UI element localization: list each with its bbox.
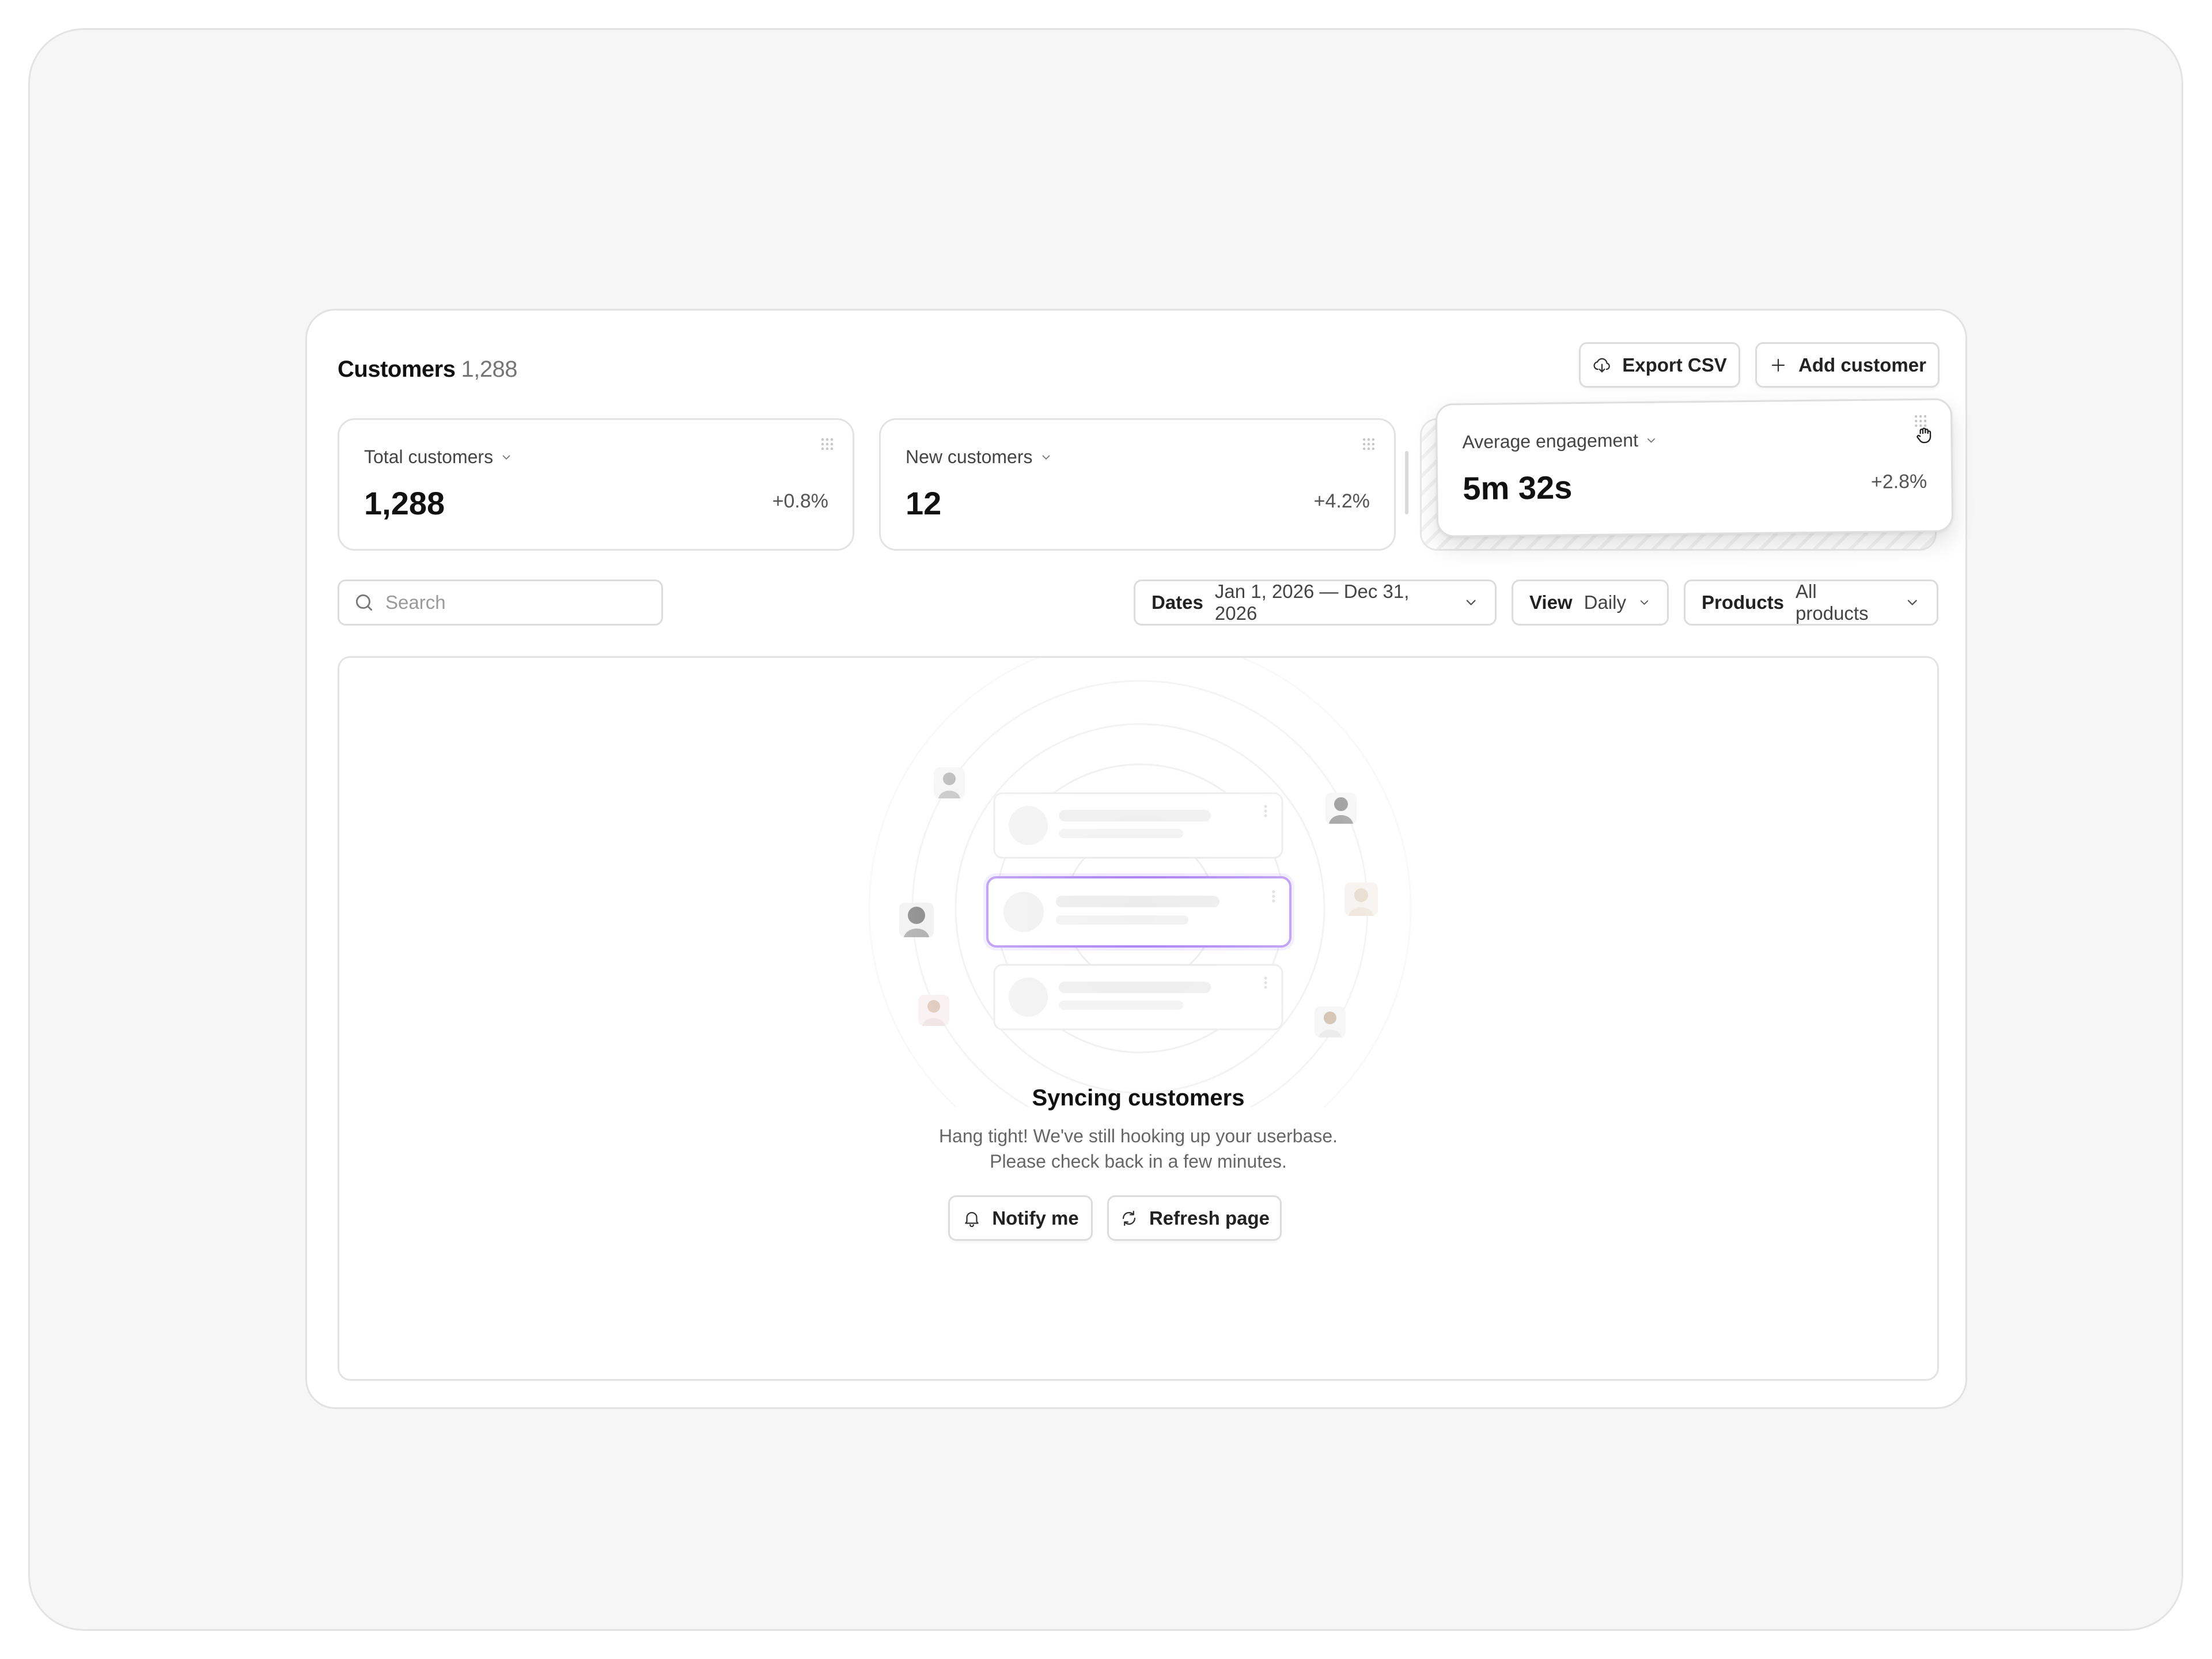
- chevron-down-icon: [1640, 600, 1649, 605]
- stat-card-total-customers[interactable]: Total customers 1,288 +0.8%: [338, 418, 854, 551]
- customers-table-empty-state: Syncing customers Hang tight! We've stil…: [338, 656, 1939, 1381]
- empty-state-line-1: Hang tight! We've still hooking up your …: [938, 1126, 1338, 1146]
- products-filter[interactable]: Products All products: [1684, 579, 1938, 626]
- page-title-text: Customers: [338, 356, 456, 382]
- refresh-page-button[interactable]: Refresh page: [1107, 1195, 1282, 1241]
- stat-card-average-engagement[interactable]: Average engagement 5m 32s +2.8%: [1435, 398, 1954, 537]
- notify-me-label: Notify me: [992, 1207, 1079, 1229]
- customer-count: 1,288: [461, 356, 518, 382]
- dates-filter[interactable]: Dates Jan 1, 2026 — Dec 31, 2026: [1134, 579, 1497, 626]
- grip-icon[interactable]: [818, 435, 836, 453]
- dates-filter-label: Dates: [1152, 592, 1203, 613]
- stat-card-label[interactable]: Total customers: [364, 446, 513, 468]
- cloud-download-icon: [1593, 358, 1611, 372]
- view-filter-value: Daily: [1584, 592, 1626, 613]
- stat-card-delta: +0.8%: [772, 490, 828, 512]
- export-csv-button[interactable]: Export CSV: [1579, 342, 1740, 388]
- customers-panel: Customers 1,288 Export CSV Add customer …: [305, 309, 1967, 1409]
- grab-cursor-icon: [1916, 427, 1931, 444]
- view-filter-label: View: [1529, 592, 1573, 613]
- view-filter[interactable]: View Daily: [1512, 579, 1669, 626]
- notify-me-button[interactable]: Notify me: [948, 1195, 1093, 1241]
- refresh-page-label: Refresh page: [1149, 1207, 1270, 1229]
- bell-icon: [965, 1211, 979, 1227]
- syncing-illustration: [863, 658, 1416, 1107]
- add-customer-button[interactable]: Add customer: [1755, 342, 1940, 388]
- dates-filter-value: Jan 1, 2026 — Dec 31, 2026: [1214, 581, 1410, 624]
- add-customer-label: Add customer: [1798, 354, 1926, 376]
- search-box[interactable]: [338, 579, 663, 626]
- stat-card-value: 12: [906, 485, 942, 521]
- device-frame: Customers 1,288 Export CSV Add customer …: [28, 28, 2183, 1631]
- stat-card-label[interactable]: Average engagement: [1462, 430, 1658, 453]
- page-title: Customers 1,288: [338, 352, 518, 387]
- search-icon: [355, 594, 373, 611]
- refresh-icon: [1122, 1210, 1136, 1226]
- chevron-down-icon: [1466, 600, 1476, 605]
- chevron-down-icon: [502, 454, 510, 460]
- products-filter-value: All products: [1796, 581, 1869, 624]
- stat-card-label-text: New customers: [906, 446, 1033, 467]
- search-input[interactable]: [385, 592, 650, 613]
- stat-card-delta: +2.8%: [1870, 470, 1927, 493]
- products-filter-label: Products: [1702, 592, 1785, 613]
- chevron-down-icon: [1042, 454, 1050, 460]
- stat-card-value: 5m 32s: [1463, 469, 1573, 507]
- empty-state-description: Hang tight! We've still hooking up your …: [339, 1123, 1937, 1174]
- stat-card-new-customers[interactable]: New customers 12 +4.2%: [879, 418, 1396, 551]
- stat-card-label-text: Average engagement: [1462, 430, 1639, 453]
- empty-state-title: Syncing customers: [1032, 1085, 1245, 1111]
- stat-card-label-text: Total customers: [364, 446, 494, 467]
- stat-card-label[interactable]: New customers: [906, 446, 1052, 468]
- grip-icon[interactable]: [1359, 435, 1378, 453]
- empty-state-line-2: Please check back in a few minutes.: [990, 1151, 1287, 1172]
- chevron-down-icon: [1647, 438, 1656, 442]
- stat-card-delta: +4.2%: [1313, 490, 1370, 512]
- stat-card-value: 1,288: [364, 485, 445, 521]
- plus-icon: [1772, 358, 1785, 372]
- export-csv-label: Export CSV: [1622, 354, 1727, 376]
- drop-indicator: [1405, 451, 1408, 514]
- chevron-down-icon: [1908, 600, 1918, 605]
